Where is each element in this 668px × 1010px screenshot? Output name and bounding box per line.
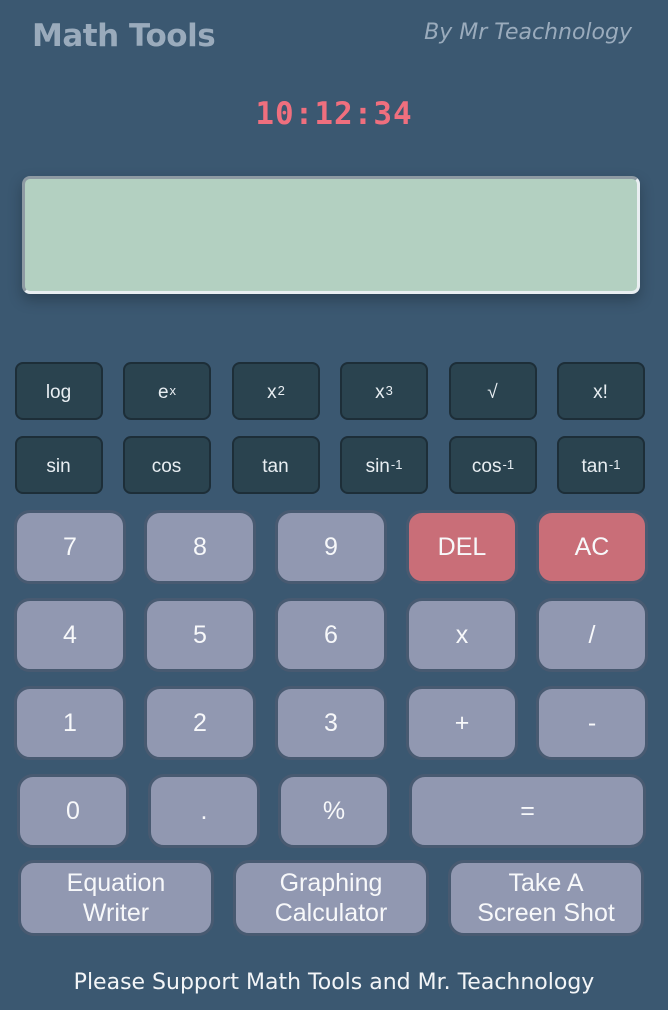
cube-sup: 3 [385, 383, 393, 398]
divide-button[interactable]: / [536, 598, 648, 672]
arccos-button[interactable]: cos -1 [449, 436, 537, 494]
key-2[interactable]: 2 [144, 686, 256, 760]
key-1[interactable]: 1 [14, 686, 126, 760]
sqrt-label: √ [487, 381, 498, 403]
exp-button[interactable]: ex [123, 362, 211, 420]
cos-label: cos [151, 455, 182, 477]
factorial-button[interactable]: x! [557, 362, 645, 420]
subtract-button[interactable]: - [536, 686, 648, 760]
tan-label: tan [262, 455, 289, 477]
arccos-label: cos [471, 455, 502, 477]
square-button[interactable]: x2 [232, 362, 320, 420]
screenshot-button[interactable]: Take A Screen Shot [448, 860, 644, 936]
graphing-calculator-line1: Graphing [279, 869, 383, 897]
equation-writer-line1: Equation [66, 869, 166, 897]
exp-label: e [157, 381, 169, 403]
app-title: Math Tools [32, 18, 216, 54]
arcsin-sup: -1 [390, 457, 403, 472]
square-label: x [267, 381, 277, 403]
equation-writer-button[interactable]: Equation Writer [18, 860, 214, 936]
clock-display: 10:12:34 [255, 96, 413, 132]
equation-writer-line2: Writer [82, 899, 150, 927]
cube-label: x [375, 381, 385, 403]
support-footer[interactable]: Please Support Math Tools and Mr. Teachn… [0, 970, 668, 995]
key-7[interactable]: 7 [14, 510, 126, 584]
arctan-label: tan [581, 455, 608, 477]
arcsin-button[interactable]: sin -1 [340, 436, 428, 494]
percent-button[interactable]: % [278, 774, 390, 848]
arcsin-label: sin [365, 455, 390, 477]
key-4[interactable]: 4 [14, 598, 126, 672]
key-3[interactable]: 3 [275, 686, 387, 760]
key-8[interactable]: 8 [144, 510, 256, 584]
all-clear-button[interactable]: AC [536, 510, 648, 584]
key-5[interactable]: 5 [144, 598, 256, 672]
sin-button[interactable]: sin [15, 436, 103, 494]
delete-button[interactable]: DEL [406, 510, 518, 584]
cube-button[interactable]: x3 [340, 362, 428, 420]
cos-button[interactable]: cos [123, 436, 211, 494]
square-sup: 2 [277, 383, 285, 398]
graphing-calculator-line2: Calculator [274, 899, 388, 927]
sin-label: sin [46, 455, 71, 477]
exp-sup: x [169, 383, 177, 398]
arccos-sup: -1 [502, 457, 515, 472]
key-6[interactable]: 6 [275, 598, 387, 672]
screenshot-line1: Take A [508, 869, 584, 897]
equals-button[interactable]: = [409, 774, 646, 848]
screenshot-line2: Screen Shot [477, 899, 615, 927]
decimal-button[interactable]: . [148, 774, 260, 848]
arctan-button[interactable]: tan -1 [557, 436, 645, 494]
factorial-label: x! [593, 381, 608, 403]
key-0[interactable]: 0 [17, 774, 129, 848]
arctan-sup: -1 [608, 457, 621, 472]
tan-button[interactable]: tan [232, 436, 320, 494]
log-button[interactable]: log [15, 362, 103, 420]
key-9[interactable]: 9 [275, 510, 387, 584]
sqrt-button[interactable]: √ [449, 362, 537, 420]
calculator-display [22, 176, 640, 294]
add-button[interactable]: + [406, 686, 518, 760]
log-label: log [45, 381, 72, 403]
author-credit: By Mr Teachnology [424, 20, 632, 45]
multiply-button[interactable]: x [406, 598, 518, 672]
graphing-calculator-button[interactable]: Graphing Calculator [233, 860, 429, 936]
